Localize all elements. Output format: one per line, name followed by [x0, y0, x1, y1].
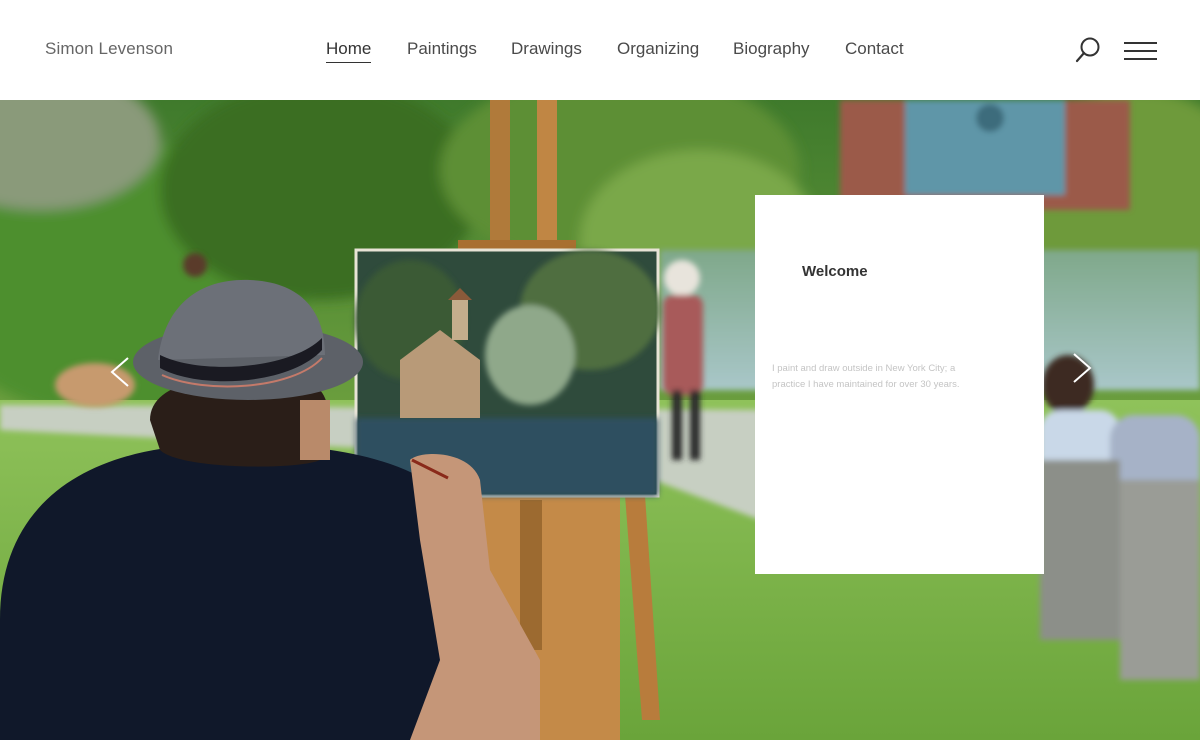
hero-slider: Welcome I paint and draw outside in New …: [0, 100, 1200, 740]
welcome-text: I paint and draw outside in New York Cit…: [772, 363, 960, 390]
nav-item-paintings[interactable]: Paintings: [407, 39, 477, 59]
chevron-left-icon: [110, 357, 129, 387]
welcome-title: Welcome: [802, 263, 868, 280]
slider-prev-arrow[interactable]: [108, 356, 132, 388]
hamburger-menu-icon[interactable]: [1124, 40, 1157, 62]
site-header: Simon Levenson Home Paintings Drawings O…: [0, 0, 1200, 100]
search-icon[interactable]: [1074, 36, 1102, 64]
main-nav: Home Paintings Drawings Organizing Biogr…: [0, 39, 1200, 65]
nav-item-home[interactable]: Home: [326, 39, 372, 63]
chevron-right-icon: [1073, 353, 1092, 383]
nav-item-biography[interactable]: Biography: [733, 39, 810, 59]
slider-next-arrow[interactable]: [1070, 352, 1094, 384]
nav-item-organizing[interactable]: Organizing: [617, 39, 699, 59]
welcome-card: Welcome I paint and draw outside in New …: [755, 195, 1044, 574]
nav-item-contact[interactable]: Contact: [845, 39, 904, 59]
nav-item-drawings[interactable]: Drawings: [511, 39, 582, 59]
